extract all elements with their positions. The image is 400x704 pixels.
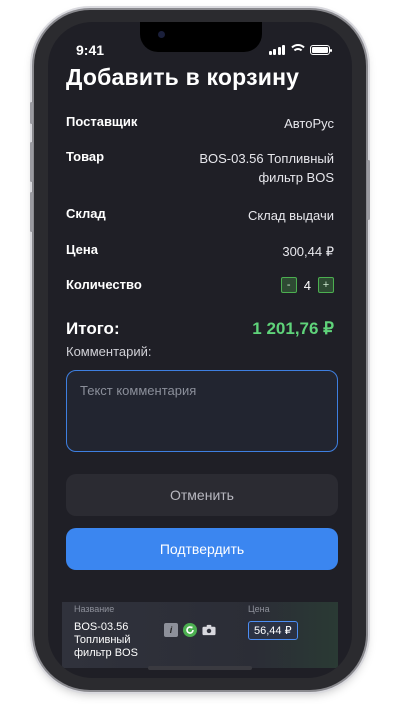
comment-placeholder: Текст комментария [80,383,197,398]
cart-item-name-line1: BOS-03.56 [74,621,129,633]
volume-up-button [30,142,33,182]
info-icon[interactable]: i [164,623,178,637]
product-label: Товар [66,149,105,164]
total-label: Итого: [66,319,120,338]
warehouse-value: Склад выдачи [247,208,334,223]
product-value-line2: фильтр BOS [258,170,334,185]
product-value: BOS-03.56 Топливный фильтр BOS [199,149,334,187]
page-title: Добавить в корзину [66,64,300,90]
quantity-increment-button[interactable]: + [318,277,334,293]
cart-item-name-line2: Топливный [74,634,131,646]
supplier-value: АвтоРус [284,116,334,131]
product-value-line1: BOS-03.56 Топливный [199,151,334,166]
cart-item-price: 56,44 ₽ [248,621,298,640]
camera-icon[interactable] [202,623,216,637]
phone-frame: 9:41 Добавить в корзину Поставщик АвтоРу… [30,10,370,690]
cart-item-actions: i [164,623,216,637]
name-column-header: Название [74,604,115,614]
mute-switch [30,102,33,124]
warehouse-row: Склад Склад выдачи [66,206,334,225]
quantity-label: Количество [66,277,142,292]
quantity-row: Количество - 4 + [66,277,334,293]
price-value: 300,44 ₽ [282,244,334,259]
sync-icon[interactable] [183,623,197,637]
supplier-row: Поставщик АвтоРус [66,114,334,133]
comment-input[interactable]: Текст комментария [66,370,338,452]
screen: 9:41 Добавить в корзину Поставщик АвтоРу… [48,22,352,678]
quantity-decrement-button[interactable]: - [280,277,297,293]
camera-dot [158,31,165,38]
wifi-icon [290,44,305,55]
supplier-label: Поставщик [66,114,138,129]
signal-icon [268,45,285,55]
confirm-button[interactable]: Подтвердить [66,528,338,570]
cart-item-name-line3: фильтр BOS [74,647,138,659]
quantity-stepper: - 4 + [280,277,334,293]
cart-item-name: BOS-03.56 Топливный фильтр BOS [74,621,138,660]
comment-label: Комментарий: [66,344,152,359]
price-column-header: Цена [248,604,270,614]
status-icons [268,44,332,55]
power-button [367,160,370,220]
status-time: 9:41 [76,42,105,58]
warehouse-label: Склад [66,206,106,221]
price-row: Цена 300,44 ₽ [66,242,334,261]
cancel-button[interactable]: Отменить [66,474,338,516]
notch [140,22,262,52]
cart-item-card: Название Цена BOS-03.56 Топливный фильтр… [62,602,338,668]
product-row: Товар BOS-03.56 Топливный фильтр BOS [66,149,334,187]
quantity-value: 4 [303,277,311,293]
home-indicator [148,666,252,670]
volume-down-button [30,192,33,232]
battery-icon [310,45,332,55]
price-label: Цена [66,242,98,257]
total-value: 1 201,76 ₽ [252,319,334,338]
